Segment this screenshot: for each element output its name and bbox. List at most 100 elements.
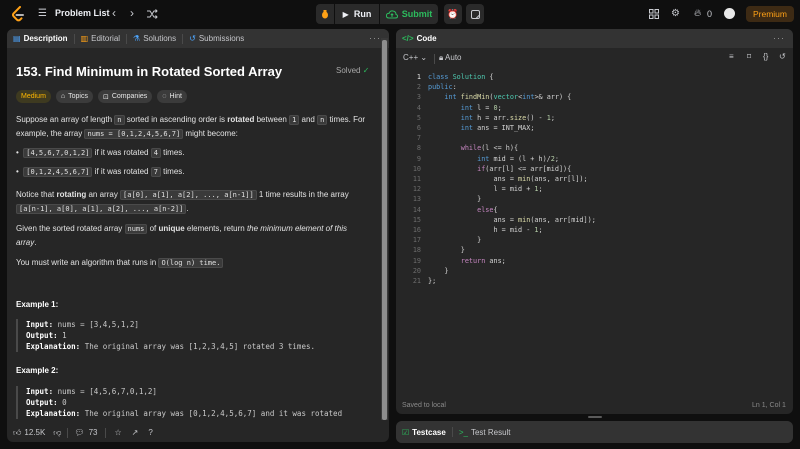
code-line[interactable]: int h = arr.size() - 1; (428, 113, 596, 123)
format-icon[interactable]: ≡ (729, 52, 734, 61)
resize-handle[interactable] (588, 416, 602, 418)
code-line[interactable]: ans = min(ans, arr[mid]); (428, 215, 595, 225)
user-avatar[interactable] (724, 8, 735, 19)
top-bar: ☰ Problem List ‹ › ▶ Run Submit ⏰ ⚙ 🔥︎ 0… (0, 0, 800, 28)
code-line[interactable]: } (428, 235, 596, 245)
code-line[interactable]: class Solution { (428, 72, 596, 82)
problem-paragraph-4: You must write an algorithm that runs in… (16, 256, 368, 270)
notes-button[interactable] (466, 4, 484, 24)
code-line[interactable]: int findMin(vector<int>& arr) { (428, 92, 596, 102)
code-line[interactable]: ans = min(ans, arr[l]); (428, 174, 596, 184)
code-line[interactable] (428, 133, 596, 143)
chevron-down-icon: ⌄ (420, 53, 428, 62)
tab-test-result[interactable]: >_ Test Result (453, 421, 517, 443)
line-number: 11 (412, 175, 421, 184)
line-number: 18 (412, 246, 421, 255)
line-number: 4 (416, 103, 421, 112)
line-number: 13 (412, 195, 421, 204)
tab-code[interactable]: </> Code (396, 29, 443, 48)
editor-toolbar: C++ ⌄ 🔒︎ Auto ≡ ⌑ {} ↺ (397, 50, 793, 66)
more-options-icon[interactable]: ··· (773, 33, 785, 43)
problem-paragraph-2: Notice that rotating an array [a[0], a[1… (16, 190, 349, 214)
leetcode-logo-icon[interactable] (11, 6, 25, 22)
auto-mode-toggle[interactable]: 🔒︎ Auto (439, 53, 462, 63)
example-2-title: Example 2: (16, 366, 59, 375)
testcase-tabs: ☑ Testcase >_ Test Result (396, 421, 793, 443)
code-line[interactable]: while(l <= h){ (428, 143, 596, 153)
code-line[interactable]: int l = 0; (428, 103, 596, 113)
share-icon[interactable]: ↗ (132, 428, 139, 437)
line-number: 10 (412, 164, 421, 173)
hint-tag[interactable]: ◌ Hint (157, 90, 187, 103)
thumbs-up-icon[interactable]: 👍︎ (13, 428, 21, 438)
topics-tag[interactable]: ⌂ Topics (55, 90, 93, 103)
code-line[interactable]: l = mid + 1; (428, 184, 596, 194)
run-button[interactable]: ▶ Run (335, 4, 379, 24)
example-1-title: Example 1: (16, 300, 59, 309)
line-number: 8 (416, 144, 421, 153)
line-number: 2 (416, 83, 421, 92)
reset-icon[interactable]: ↺ (779, 52, 786, 61)
line-number: 5 (416, 113, 421, 122)
language-selector[interactable]: C++ ⌄ (403, 53, 427, 62)
description-footer: 👍︎ 12.5K 👎︎ 💬︎ 73 ☆ ↗ ? (7, 423, 389, 442)
check-circle-icon: ✓ (362, 66, 370, 75)
next-problem-icon[interactable]: › (130, 7, 134, 19)
shuffle-icon[interactable] (147, 9, 158, 19)
line-number: 12 (412, 185, 421, 194)
braces-icon[interactable]: {} (763, 52, 768, 61)
code-line[interactable]: h = mid - 1; (428, 225, 596, 235)
list-item: • [4,5,6,7,0,1,2] if it was rotated 4 ti… (16, 148, 185, 158)
tab-testcase[interactable]: ☑ Testcase (396, 421, 452, 443)
description-scrollbar-thumb[interactable] (382, 40, 387, 420)
prev-problem-icon[interactable]: ‹ (112, 7, 116, 19)
line-number: 9 (416, 154, 421, 163)
premium-button[interactable]: Premium (746, 6, 794, 22)
difficulty-badge[interactable]: Medium (16, 90, 51, 103)
thumbs-down-icon[interactable]: 👎︎ (53, 428, 61, 438)
terminal-icon: >_ (458, 427, 468, 437)
problem-paragraph-1: Suppose an array of length n sorted in a… (16, 115, 366, 139)
comment-count: 73 (88, 428, 98, 437)
line-number: 14 (412, 205, 421, 214)
alarm-clock-icon: ⏰ (447, 8, 459, 19)
layout-grid-icon[interactable] (649, 9, 659, 19)
timer-button[interactable]: ⏰ (444, 4, 462, 24)
code-line[interactable]: } (428, 245, 596, 255)
settings-gear-icon[interactable]: ⚙ (671, 8, 680, 20)
code-line[interactable]: public: (428, 82, 596, 92)
problem-list-link[interactable]: Problem List (55, 8, 110, 18)
line-number: 17 (412, 236, 421, 245)
code-line[interactable]: }; (428, 276, 596, 286)
line-number: 1 (416, 73, 421, 81)
code-line[interactable]: } (428, 266, 596, 276)
star-icon[interactable]: ☆ (114, 428, 121, 437)
code-line[interactable]: int mid = (l + h)/2; (428, 154, 596, 164)
problem-list-icon[interactable]: ☰ (38, 8, 47, 20)
line-number: 3 (416, 93, 421, 102)
like-count: 12.5K (24, 428, 46, 437)
debug-button[interactable] (316, 4, 334, 24)
lightbulb-icon: ◌ (162, 93, 167, 100)
code-editor[interactable]: class Solution {public: int findMin(vect… (428, 72, 596, 286)
line-number: 16 (412, 226, 421, 235)
play-icon: ▶ (342, 9, 349, 19)
tag-icon: ⌂ (60, 93, 66, 100)
note-icon (470, 9, 480, 19)
submit-button[interactable]: Submit (380, 4, 438, 24)
problem-paragraph-3: Given the sorted rotated array nums of u… (16, 224, 347, 247)
code-line[interactable]: } (428, 194, 596, 204)
code-line[interactable]: int ans = INT_MAX; (428, 123, 596, 133)
streak-fire-icon[interactable]: 🔥︎ (694, 8, 701, 20)
code-line[interactable]: return ans; (428, 256, 596, 266)
companies-tag[interactable]: ⊡ Companies (97, 90, 153, 103)
footer-divider (67, 427, 69, 438)
bookmark-icon[interactable]: ⌑ (747, 52, 751, 61)
code-line[interactable]: else{ (428, 205, 596, 215)
comment-icon[interactable]: 💬︎ (74, 428, 84, 437)
help-icon[interactable]: ? (148, 428, 152, 437)
problem-title[interactable]: 153. Find Minimum in Rotated Sorted Arra… (16, 64, 282, 79)
testcase-panel: ☑ Testcase >_ Test Result (396, 421, 793, 443)
code-line[interactable]: if(arr[l] <= arr[mid]){ (428, 164, 596, 174)
checkbox-icon: ☑ (402, 427, 410, 437)
